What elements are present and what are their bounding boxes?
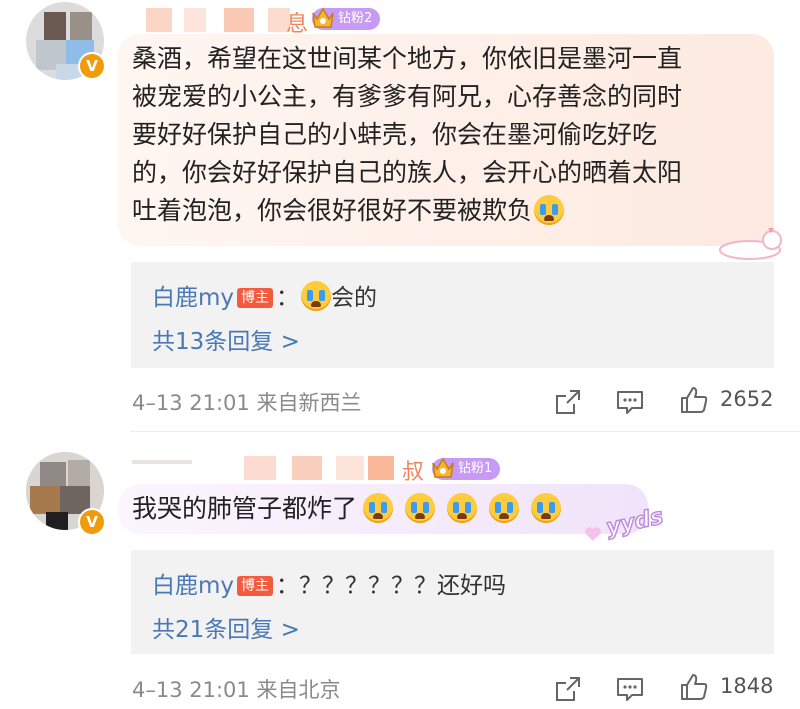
comment-icon[interactable]	[614, 673, 646, 705]
username[interactable]	[132, 456, 402, 480]
share-icon[interactable]	[552, 673, 584, 705]
crying-face-icon	[489, 493, 520, 523]
fan-level-badge: 钻粉2	[312, 7, 381, 30]
crying-face-icon	[363, 493, 394, 523]
thumbs-up-icon[interactable]	[678, 384, 710, 416]
comment-location: 来自新西兰	[256, 391, 362, 415]
comment-meta: 4–13 21:01 来自北京	[132, 674, 340, 704]
cat-sticker-icon	[719, 228, 782, 260]
blogger-badge: 博主	[237, 576, 274, 596]
heart-icon	[585, 527, 601, 541]
reply-author-link[interactable]: 白鹿my	[152, 573, 234, 599]
crown-icon	[432, 457, 454, 478]
comment-item: V 息 钻粉2 桑酒，希望在这世间某个地方，你依旧是墨河一直 被宠爱的小公主，有…	[0, 0, 800, 432]
verified-badge-icon: V	[78, 508, 106, 536]
more-replies-link[interactable]: 共21条回复 >	[152, 610, 300, 644]
reply-author-link[interactable]: 白鹿my	[152, 285, 234, 311]
crying-face-icon	[447, 493, 478, 523]
crying-face-icon	[534, 195, 565, 225]
comment-text: 我哭的肺管子都炸了	[132, 490, 562, 528]
tearful-face-icon	[301, 281, 332, 311]
verified-badge-icon: V	[78, 52, 106, 80]
crown-icon	[312, 7, 334, 28]
reply-text: 会的	[331, 285, 378, 311]
username-tail: 叔	[402, 460, 425, 485]
reply-preview: 白鹿my 博主：会的	[152, 278, 377, 312]
reply-preview: 白鹿my 博主 ：？？？？？？还好吗	[152, 573, 507, 599]
share-icon[interactable]	[552, 386, 584, 418]
reply-box[interactable]: 白鹿my 博主 ：？？？？？？还好吗 共21条回复 >	[131, 550, 774, 654]
like-count: 1848	[720, 674, 774, 698]
crying-face-icon	[405, 493, 436, 523]
comment-meta: 4–13 21:01 来自新西兰	[132, 387, 361, 417]
more-replies-link[interactable]: 共13条回复 >	[152, 322, 300, 356]
comment-time: 4–13 21:01	[132, 678, 250, 702]
comment-time: 4–13 21:01	[132, 391, 250, 415]
thumbs-up-icon[interactable]	[678, 671, 710, 703]
blogger-badge: 博主	[237, 288, 274, 308]
comment-icon[interactable]	[614, 386, 646, 418]
comment-location: 来自北京	[256, 678, 341, 702]
reply-text: ？？？？？？还好吗	[299, 573, 507, 599]
reply-box[interactable]: 白鹿my 博主：会的 共13条回复 >	[131, 262, 774, 368]
username[interactable]	[142, 8, 302, 32]
comment-item: V 叔 钻粉1 yyds 我哭的肺管子都炸了 白鹿my 博主 ：？？？？？？还好吗 …	[0, 432, 800, 709]
crying-face-icon	[531, 493, 562, 523]
comment-text: 桑酒，希望在这世间某个地方，你依旧是墨河一直 被宠爱的小公主，有爹爹有阿兄，心存…	[132, 44, 683, 225]
like-count: 2652	[720, 387, 774, 411]
fan-level-badge: 钻粉1	[432, 457, 501, 480]
